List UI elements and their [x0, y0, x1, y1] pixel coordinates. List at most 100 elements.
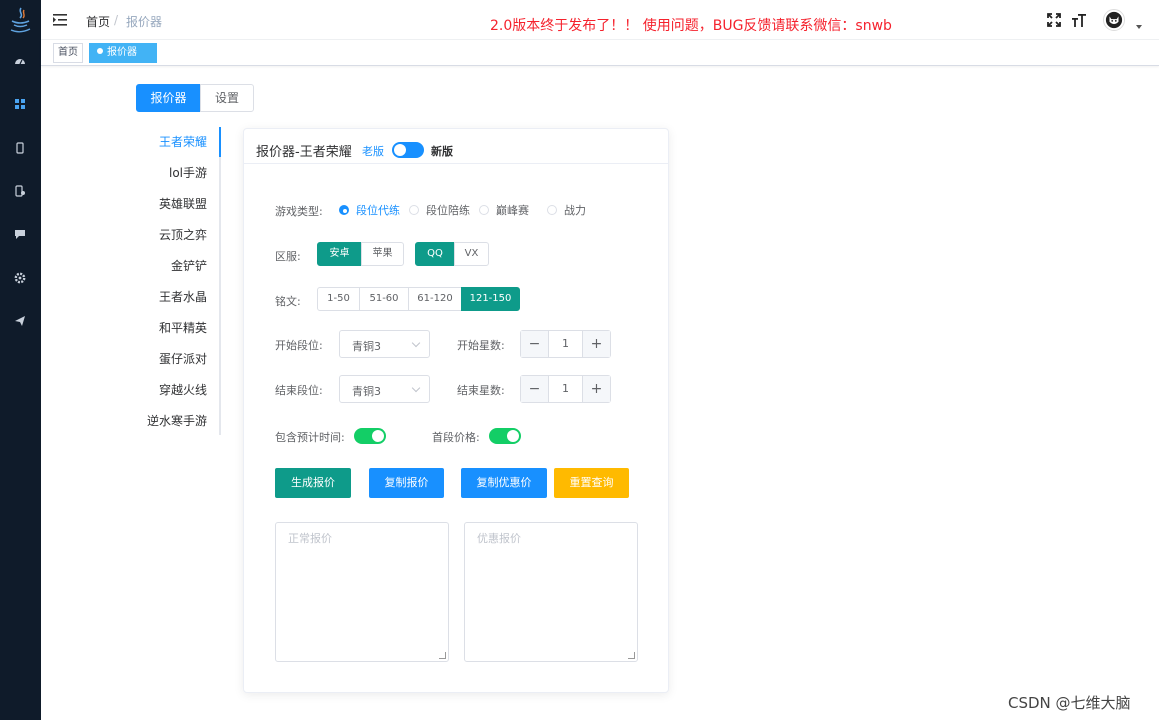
end-rank-value: 青铜3 [352, 385, 381, 398]
radio-label: 段位代练 [356, 204, 400, 217]
github-cat-icon [1105, 11, 1123, 29]
radio-rank-accompany[interactable]: 段位陪练 [409, 204, 470, 217]
fullscreen-icon[interactable] [1046, 12, 1062, 28]
end-stars-value[interactable]: 1 [549, 376, 582, 402]
radio-rank-boost[interactable]: 段位代练 [339, 204, 400, 217]
message-icon[interactable] [13, 227, 27, 241]
radio-circle [547, 205, 557, 215]
breadcrumb-current: 报价器 [126, 15, 163, 29]
account-group: QQ VX [415, 242, 489, 266]
game-tab-cf[interactable]: 穿越火线 [159, 375, 207, 406]
discount-quote-textarea[interactable]: 优惠报价 [464, 522, 638, 662]
game-tab-wzsj[interactable]: 王者水晶 [159, 282, 207, 313]
switch-knob [372, 430, 384, 442]
active-tab-indicator [219, 127, 221, 157]
end-stars-stepper: − 1 + [520, 375, 611, 403]
switch-knob [507, 430, 519, 442]
copy-discount-button[interactable]: 复制优惠价 [461, 468, 547, 498]
end-rank-select[interactable]: 青铜3 [339, 375, 430, 403]
send-icon[interactable] [13, 314, 27, 328]
region-label: 区服: [275, 250, 301, 263]
tag-quoter[interactable]: 报价器 × [89, 43, 157, 76]
mobile-icon[interactable] [13, 141, 27, 155]
end-stars-increment-button[interactable]: + [582, 376, 610, 402]
game-type-label: 游戏类型: [275, 205, 323, 218]
start-stars-stepper: − 1 + [520, 330, 611, 358]
radio-circle [409, 205, 419, 215]
inscription-label: 铭文: [275, 295, 301, 308]
mobile-tool-icon[interactable] [13, 184, 27, 198]
game-tab-lol-mobile[interactable]: lol手游 [169, 158, 207, 189]
first-price-switch[interactable] [489, 428, 521, 444]
first-price-label: 首段价格: [432, 431, 480, 444]
radio-label: 段位陪练 [426, 204, 470, 217]
sidebar [0, 0, 41, 720]
radio-label: 战力 [564, 204, 586, 217]
dashboard-icon[interactable] [13, 54, 27, 68]
radio-label: 巅峰赛 [496, 204, 529, 217]
copy-quote-button[interactable]: 复制报价 [369, 468, 444, 498]
old-version-label: 老版 [362, 145, 384, 158]
start-stars-value[interactable]: 1 [549, 331, 582, 357]
settings-icon[interactable] [13, 271, 27, 285]
inscription-group: 1-50 51-60 61-120 121-150 [317, 287, 520, 311]
radio-circle [339, 205, 349, 215]
end-rank-label: 结束段位: [275, 384, 323, 397]
game-tab-eggy[interactable]: 蛋仔派对 [159, 344, 207, 375]
radio-power[interactable]: 战力 [547, 204, 586, 217]
normal-quote-placeholder: 正常报价 [288, 532, 332, 545]
radio-peak-match[interactable]: 巅峰赛 [479, 204, 529, 217]
tab-settings[interactable]: 设置 [200, 84, 254, 112]
close-icon[interactable]: × [105, 66, 113, 76]
menu-toggle-icon[interactable] [53, 13, 67, 27]
version-switch[interactable] [392, 142, 424, 158]
watermark-text: CSDN @七维大脑 [1008, 694, 1131, 712]
reset-query-button[interactable]: 重置查询 [554, 468, 629, 498]
inscription-51-60-button[interactable]: 51-60 [359, 287, 409, 311]
inscription-121-150-button[interactable]: 121-150 [461, 287, 520, 311]
platform-android-button[interactable]: 安卓 [317, 242, 362, 266]
tag-quoter-label: 报价器 [107, 47, 137, 58]
start-stars-decrement-button[interactable]: − [521, 331, 549, 357]
top-header: 首页 / 报价器 2.0版本终于发布了！！ 使用问题，BUG反馈请联系微信：sn… [41, 0, 1159, 40]
inscription-61-120-button[interactable]: 61-120 [408, 287, 462, 311]
font-size-icon[interactable] [1071, 12, 1087, 28]
platform-group: 安卓 苹果 [317, 242, 404, 266]
radio-circle [479, 205, 489, 215]
quoter-card: 报价器-王者荣耀 老版 新版 游戏类型: 段位代练 段位陪练 巅峰赛 战力 区服… [243, 128, 669, 693]
grid-icon[interactable] [13, 97, 27, 111]
game-tab-nsh[interactable]: 逆水寒手游 [147, 406, 207, 437]
game-tab-hpjy[interactable]: 和平精英 [159, 313, 207, 344]
normal-quote-textarea[interactable]: 正常报价 [275, 522, 449, 662]
game-tab-lol[interactable]: 英雄联盟 [159, 189, 207, 220]
tab-quoter[interactable]: 报价器 [136, 84, 201, 112]
game-tab-jcc[interactable]: 金铲铲 [171, 251, 207, 282]
account-qq-button[interactable]: QQ [415, 242, 455, 266]
active-dot-icon [97, 48, 103, 54]
user-menu-caret-icon[interactable] [1136, 25, 1142, 29]
tag-home[interactable]: 首页 [53, 43, 83, 63]
resize-grip-icon[interactable] [439, 652, 446, 659]
end-stars-label: 结束星数: [457, 384, 505, 397]
chevron-down-icon [411, 383, 421, 393]
start-stars-increment-button[interactable]: + [582, 331, 610, 357]
game-tab-wzry[interactable]: 王者荣耀 [159, 127, 207, 158]
user-avatar[interactable] [1103, 9, 1125, 31]
start-rank-select[interactable]: 青铜3 [339, 330, 430, 358]
end-stars-decrement-button[interactable]: − [521, 376, 549, 402]
include-time-switch[interactable] [354, 428, 386, 444]
card-header: 报价器-王者荣耀 老版 新版 [244, 129, 668, 164]
resize-grip-icon[interactable] [628, 652, 635, 659]
breadcrumb-home[interactable]: 首页 [86, 13, 110, 30]
start-stars-label: 开始星数: [457, 339, 505, 352]
card-title: 报价器-王者荣耀 [256, 145, 352, 160]
account-vx-button[interactable]: VX [454, 242, 489, 266]
game-tab-tft[interactable]: 云顶之弈 [159, 220, 207, 251]
announcement-text: 2.0版本终于发布了！！ 使用问题，BUG反馈请联系微信：snwb [490, 18, 892, 34]
chevron-down-icon [411, 338, 421, 348]
generate-quote-button[interactable]: 生成报价 [275, 468, 351, 498]
inscription-1-50-button[interactable]: 1-50 [317, 287, 360, 311]
platform-ios-button[interactable]: 苹果 [361, 242, 404, 266]
game-tabs: 王者荣耀 lol手游 英雄联盟 云顶之弈 金铲铲 王者水晶 和平精英 蛋仔派对 … [140, 127, 221, 435]
new-version-label: 新版 [431, 145, 453, 158]
